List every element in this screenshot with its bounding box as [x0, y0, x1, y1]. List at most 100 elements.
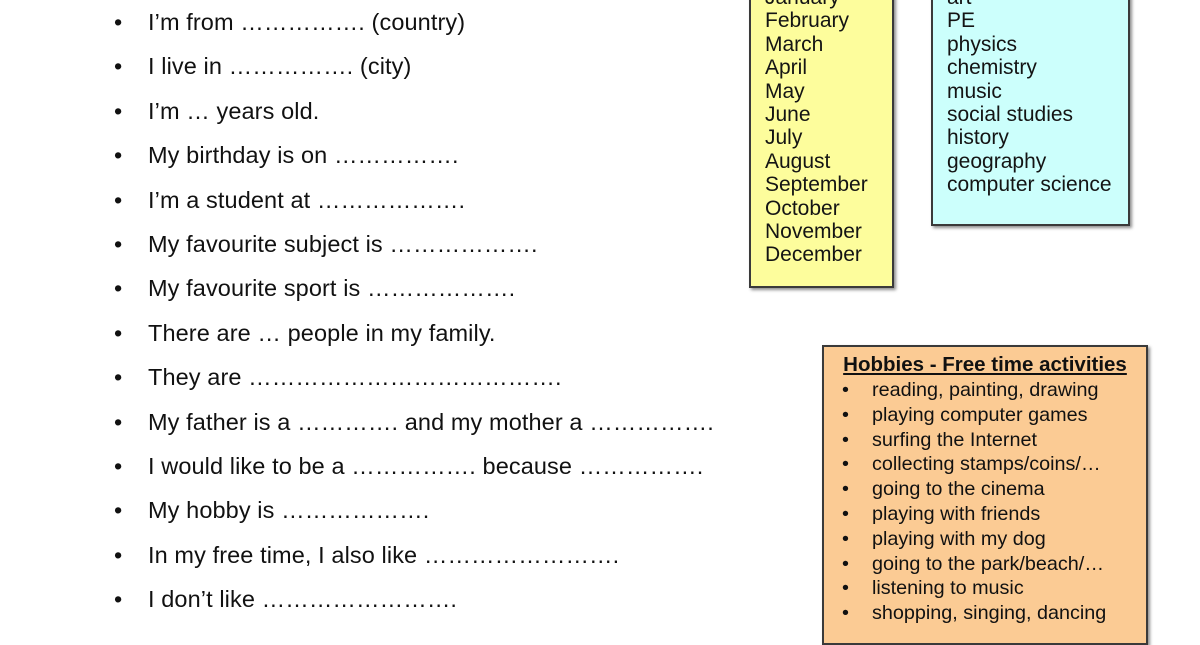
hobbies-reference-box: Hobbies - Free time activities • reading,… [822, 345, 1148, 645]
worksheet-item: • I don’t like ……………………. [0, 577, 740, 621]
bullet-icon: • [842, 428, 849, 451]
hobby-item: • playing with my dog [824, 527, 1146, 552]
month-item: April [765, 56, 808, 80]
worksheet-item: • My favourite subject is ………………. [0, 222, 740, 266]
hobby-item-label: playing computer games [872, 403, 1088, 426]
worksheet-item: • I would like to be a ……………. because ………… [0, 444, 740, 488]
worksheet-item: • I’m a student at ………………. [0, 178, 740, 222]
hobby-item: • playing with friends [824, 502, 1146, 527]
worksheet-item-label: I live in ……………. (city) [148, 53, 412, 80]
subject-item: geography [947, 149, 1047, 173]
bullet-icon: • [842, 379, 849, 401]
bullet-icon: • [114, 53, 123, 80]
worksheet-item-label: My favourite sport is ………………. [148, 275, 516, 302]
months-reference-box: JanuaryFebruaryMarchAprilMayJuneJulyAugu… [749, 0, 894, 288]
hobby-item: • shopping, singing, dancing [824, 601, 1146, 626]
subject-item: computer science [947, 173, 1112, 197]
worksheet-item: • I’m … years old. [0, 89, 740, 133]
months-list: JanuaryFebruaryMarchAprilMayJuneJulyAugu… [765, 0, 892, 267]
worksheet-item-label: I don’t like ……………………. [148, 586, 458, 613]
bullet-icon: • [842, 527, 849, 550]
bullet-icon: • [842, 453, 849, 476]
bullet-icon: • [114, 97, 123, 124]
hobby-item: • listening to music [824, 576, 1146, 601]
month-item: March [765, 32, 824, 56]
bullet-icon: • [842, 403, 849, 426]
subject-item: PE [947, 9, 976, 33]
worksheet-item: • My birthday is on ……………. [0, 133, 740, 177]
worksheet-item: • In my free time, I also like ……………………. [0, 533, 740, 577]
worksheet-sentence-list: • I’m from ……………. (country) • I live in ………… [0, 0, 740, 621]
hobby-item-label: reading, painting, drawing [872, 379, 1099, 401]
hobbies-list: • reading, painting, drawing • playing comp… [824, 378, 1146, 626]
subject-item: chemistry [947, 56, 1037, 80]
worksheet-item-label: I’m a student at ………………. [148, 186, 466, 213]
worksheet-item-label: I would like to be a ……………. because …………… [148, 452, 704, 479]
hobbies-box-title: Hobbies - Free time activities [843, 353, 1127, 376]
subject-item: music [947, 79, 1002, 103]
hobby-item-label: going to the park/beach/… [872, 552, 1105, 575]
hobby-item-label: going to the cinema [872, 478, 1045, 501]
bullet-icon: • [114, 142, 123, 169]
bullet-icon: • [842, 602, 849, 625]
hobby-item-label: playing with friends [872, 502, 1041, 525]
subject-item: physics [947, 32, 1018, 56]
subject-item: history [947, 126, 1009, 150]
hobby-item: • going to the park/beach/… [824, 552, 1146, 577]
worksheet-item-label: There are … people in my family. [148, 319, 496, 346]
hobby-item: • going to the cinema [824, 477, 1146, 502]
hobby-item-label: shopping, singing, dancing [872, 602, 1107, 625]
subjects-list: artPEphysicschemistrymusicsocial studies… [947, 0, 1128, 197]
month-item: May [765, 79, 805, 103]
worksheet-item-label: I’m … years old. [148, 97, 320, 124]
hobby-item-label: collecting stamps/coins/… [872, 453, 1101, 476]
month-item: September [765, 173, 868, 197]
month-item: February [765, 9, 850, 33]
bullet-icon: • [114, 319, 123, 346]
bullet-icon: • [842, 478, 849, 501]
hobby-item-label: playing with my dog [872, 527, 1046, 550]
month-item: November [765, 220, 862, 244]
bullet-icon: • [114, 275, 123, 302]
bullet-icon: • [842, 502, 849, 525]
worksheet-item: • My hobby is ………………. [0, 488, 740, 532]
bullet-icon: • [114, 452, 123, 479]
worksheet-item: • My father is a …………. and my mother a ……… [0, 400, 740, 444]
month-item: December [765, 243, 862, 267]
worksheet-item-label: In my free time, I also like ……………………. [148, 541, 620, 568]
worksheet-item-label: My father is a …………. and my mother a ………… [148, 408, 714, 435]
worksheet-item: • I’m from ……………. (country) [0, 0, 740, 44]
worksheet-item: • They are …………………………………. [0, 355, 740, 399]
hobby-item: • playing computer games [824, 403, 1146, 428]
bullet-icon: • [114, 364, 123, 391]
bullet-icon: • [114, 408, 123, 435]
bullet-icon: • [842, 577, 849, 600]
hobby-item-label: listening to music [872, 577, 1024, 600]
subject-item: art [947, 0, 1128, 9]
bullet-icon: • [114, 541, 123, 568]
worksheet-item: • There are … people in my family. [0, 311, 740, 355]
hobby-item: • surfing the Internet [824, 428, 1146, 453]
worksheet-item-label: My favourite subject is ………………. [148, 230, 538, 257]
worksheet-item-label: My birthday is on ……………. [148, 142, 459, 169]
bullet-icon: • [114, 497, 123, 524]
worksheet-item-label: My hobby is ………………. [148, 497, 430, 524]
worksheet-item: • My favourite sport is ………………. [0, 266, 740, 310]
subject-item: social studies [947, 103, 1074, 127]
bullet-icon: • [114, 186, 123, 213]
school-subjects-reference-box: artPEphysicschemistrymusicsocial studies… [931, 0, 1130, 226]
month-item: June [765, 103, 811, 127]
hobby-item: • reading, painting, drawing [824, 378, 1146, 403]
month-item: October [765, 196, 840, 220]
worksheet-item-label: They are …………………………………. [148, 364, 562, 391]
hobby-item: • collecting stamps/coins/… [824, 452, 1146, 477]
hobby-item-label: surfing the Internet [872, 428, 1037, 451]
bullet-icon: • [114, 9, 123, 35]
worksheet-item: • I live in ……………. (city) [0, 44, 740, 88]
worksheet-item-label: I’m from ……………. (country) [148, 9, 466, 35]
month-item: August [765, 149, 831, 173]
bullet-icon: • [114, 586, 123, 613]
month-item: January [765, 0, 892, 9]
bullet-icon: • [114, 230, 123, 257]
bullet-icon: • [842, 552, 849, 575]
